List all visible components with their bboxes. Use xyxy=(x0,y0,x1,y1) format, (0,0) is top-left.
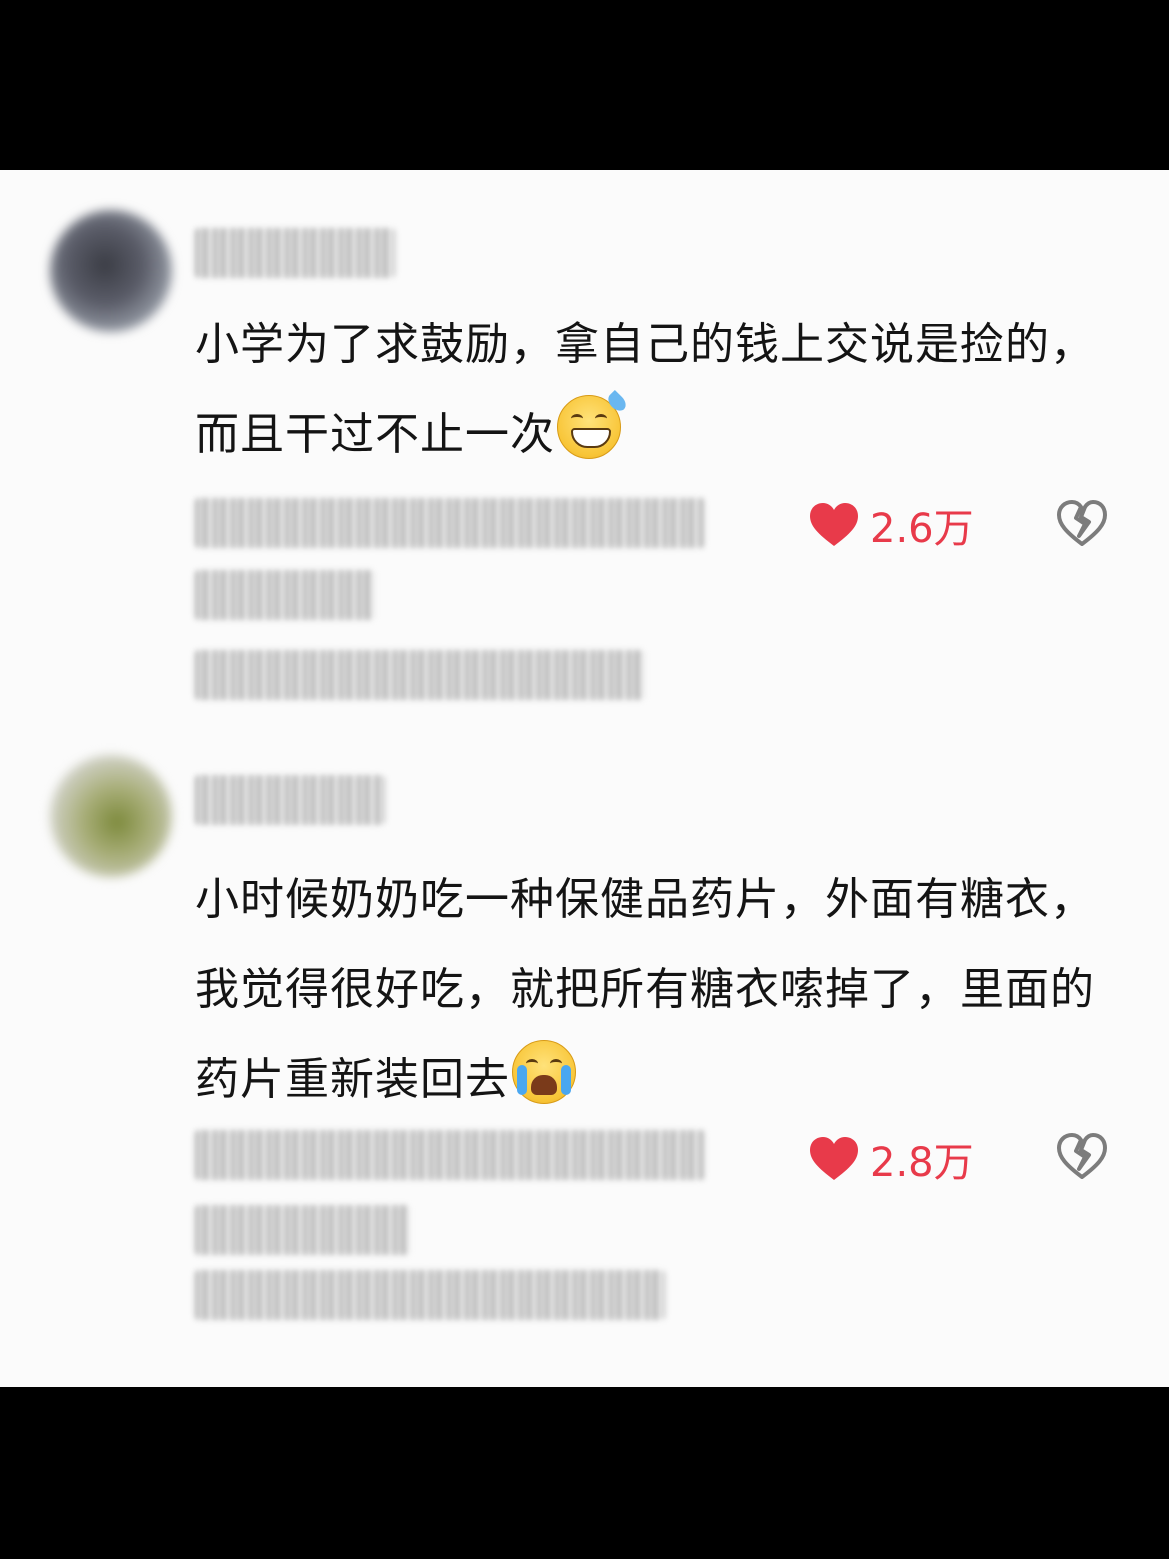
heart-icon xyxy=(810,1137,858,1180)
avatar[interactable] xyxy=(50,210,172,332)
crying-laughing-emoji xyxy=(512,1040,576,1104)
avatar[interactable] xyxy=(50,755,172,877)
comment-text: 小时候奶奶吃一种保健品药片，外面有糖衣，我觉得很好吃，就把所有糖衣嗦掉了，里面的… xyxy=(195,874,1095,1105)
like-count: 2.8万 xyxy=(870,1140,974,1186)
reply-button-blurred[interactable] xyxy=(195,570,375,620)
meta-info-blurred xyxy=(195,1130,705,1180)
username-blurred[interactable] xyxy=(195,228,395,278)
comment-list: 小学为了求鼓励，拿自己的钱上交说是捡的，而且干过不止一次 2.6万 小时候奶奶吃… xyxy=(0,170,1169,1387)
reply-button-blurred[interactable] xyxy=(195,1205,410,1255)
comment-text: 小学为了求鼓励，拿自己的钱上交说是捡的，而且干过不止一次 xyxy=(195,319,1095,460)
broken-heart-icon[interactable] xyxy=(1056,500,1108,548)
expand-replies-blurred[interactable] xyxy=(195,650,645,700)
like-button[interactable]: 2.8万 xyxy=(808,1130,974,1188)
like-button[interactable]: 2.6万 xyxy=(808,496,974,554)
expand-replies-blurred[interactable] xyxy=(195,1270,665,1320)
grinning-sweat-emoji xyxy=(557,389,630,459)
broken-heart-icon[interactable] xyxy=(1056,1133,1108,1181)
like-count: 2.6万 xyxy=(870,506,974,552)
username-blurred[interactable] xyxy=(195,775,385,825)
meta-info-blurred xyxy=(195,498,705,548)
heart-icon xyxy=(810,503,858,546)
